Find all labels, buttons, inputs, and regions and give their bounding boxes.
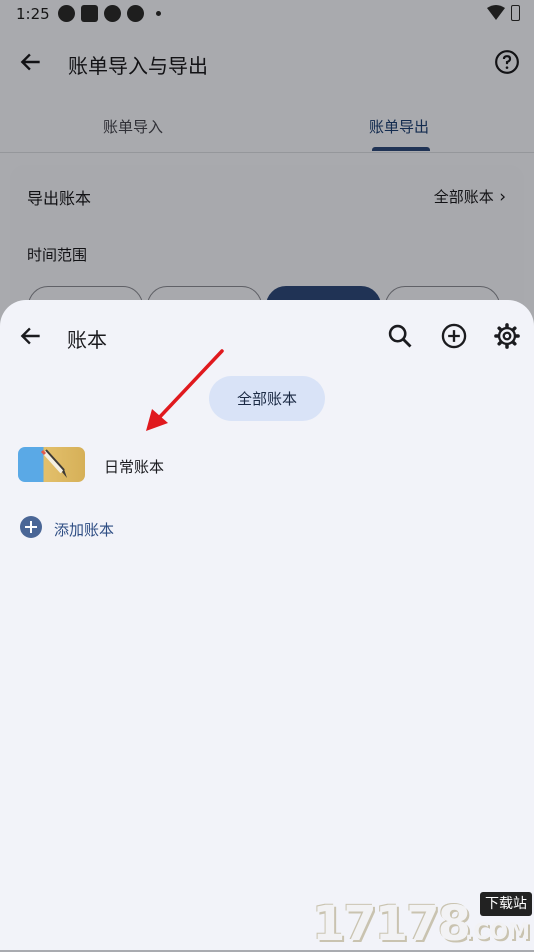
watermark-suffix: .COM bbox=[464, 920, 530, 945]
site-watermark: 17178 下载站 .COM bbox=[312, 888, 534, 952]
watermark-tag: 下载站 bbox=[480, 892, 532, 916]
book-cover-image bbox=[18, 447, 85, 482]
pencil-icon bbox=[40, 449, 67, 478]
sheet-title: 账本 bbox=[67, 328, 107, 352]
book-name: 日常账本 bbox=[104, 458, 165, 476]
book-list-item[interactable]: 日常账本 bbox=[18, 447, 516, 485]
watermark-digits: 17178 bbox=[312, 896, 471, 952]
book-picker-sheet: 账本 全部账本 日常账本 添加账本 bbox=[0, 300, 534, 950]
add-book-label: 添加账本 bbox=[54, 521, 115, 539]
settings-gear-icon[interactable] bbox=[493, 322, 521, 350]
add-circle-icon[interactable] bbox=[440, 322, 468, 350]
add-icon bbox=[20, 516, 42, 538]
back-arrow-icon[interactable] bbox=[18, 323, 44, 349]
search-icon[interactable] bbox=[386, 322, 414, 350]
all-books-filter-chip[interactable]: 全部账本 bbox=[209, 376, 325, 421]
all-books-filter-label: 全部账本 bbox=[236, 390, 297, 408]
